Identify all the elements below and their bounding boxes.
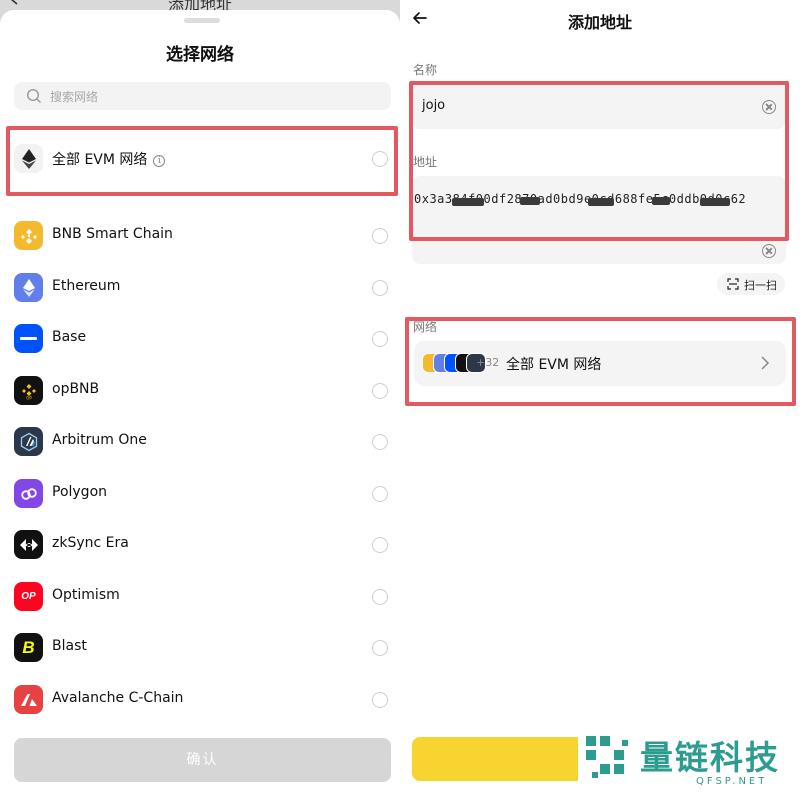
network-item-ethereum[interactable]: Ethereum	[0, 263, 400, 313]
radio-button[interactable]	[372, 280, 388, 296]
bnb-icon	[14, 221, 43, 250]
network-item-bnb[interactable]: BNB Smart Chain	[0, 211, 400, 261]
network-item-label: zkSync Era	[52, 535, 129, 551]
network-label: 网络	[413, 320, 438, 334]
redaction-mark	[520, 197, 540, 205]
opbnb-icon: OP	[14, 376, 43, 405]
clear-icon[interactable]	[762, 100, 776, 114]
svg-text:OP: OP	[26, 395, 32, 400]
network-item-label: 全部 EVM 网络 i	[52, 149, 166, 169]
network-selector[interactable]: +32 全部 EVM 网络	[414, 341, 786, 386]
redaction-mark	[700, 198, 730, 206]
radio-button[interactable]	[372, 228, 388, 244]
radio-button[interactable]	[372, 434, 388, 450]
network-item-label: Avalanche C-Chain	[52, 690, 184, 706]
confirm-button[interactable]: 确认	[14, 738, 391, 782]
network-value: 全部 EVM 网络	[506, 357, 602, 373]
redaction-mark	[652, 197, 670, 205]
radio-button[interactable]	[372, 331, 388, 347]
network-item-polygon[interactable]: Polygon	[0, 469, 400, 519]
network-item-label: opBNB	[52, 381, 100, 397]
network-picker-panel: 添加地址 选择网络 搜索网络 全部 EVM 网络 i BNB Smart Cha…	[0, 0, 400, 793]
radio-button[interactable]	[372, 486, 388, 502]
radio-button[interactable]	[372, 383, 388, 399]
name-value: jojo	[422, 98, 446, 113]
watermark-domain: QFSP.NET	[696, 776, 768, 787]
network-item-avalanche[interactable]: Avalanche C-Chain	[0, 675, 400, 725]
clear-icon[interactable]	[762, 244, 776, 258]
polygon-icon	[14, 479, 43, 508]
radio-button[interactable]	[372, 640, 388, 656]
network-item-opbnb[interactable]: OP opBNB	[0, 366, 400, 416]
scan-button[interactable]: 扫一扫	[717, 273, 785, 295]
chevron-right-icon	[761, 356, 770, 370]
page-title: 添加地址	[567, 13, 632, 32]
arbitrum-icon	[14, 427, 43, 456]
network-item-label: BNB Smart Chain	[52, 226, 173, 242]
search-icon	[26, 88, 41, 103]
network-item-blast[interactable]: B Blast	[0, 623, 400, 673]
zksync-icon	[14, 530, 43, 559]
watermark-name: 量链科技	[640, 738, 780, 777]
network-item-label: Ethereum	[52, 278, 121, 294]
optimism-icon: OP	[14, 582, 43, 611]
redaction-mark	[588, 198, 614, 206]
info-icon[interactable]: i	[153, 155, 166, 167]
search-placeholder: 搜索网络	[50, 90, 99, 104]
network-item-label: Polygon	[52, 484, 108, 500]
network-item-label: Blast	[52, 638, 87, 654]
add-address-panel: 添加地址 名称 jojo 地址 0x3a384f00df2870ad0bd9e0…	[400, 0, 800, 793]
name-label: 名称	[413, 63, 438, 77]
watermark-logo-icon	[586, 736, 628, 778]
radio-button[interactable]	[372, 537, 388, 553]
network-sheet: 选择网络 搜索网络 全部 EVM 网络 i BNB Smart Chain Et…	[0, 10, 400, 793]
sheet-grabber[interactable]	[184, 18, 220, 23]
ethereum-diamond-icon	[14, 144, 43, 173]
address-field[interactable]	[412, 176, 786, 264]
scan-icon	[727, 278, 739, 290]
ethereum-icon	[14, 273, 43, 302]
network-search-input[interactable]: 搜索网络	[14, 82, 391, 110]
avalanche-icon	[14, 685, 43, 714]
scan-label: 扫一扫	[744, 279, 777, 292]
screen: 添加地址 选择网络 搜索网络 全部 EVM 网络 i BNB Smart Cha…	[0, 0, 800, 793]
name-field[interactable]: jojo	[412, 85, 786, 129]
network-item-zksync[interactable]: zkSync Era	[0, 520, 400, 570]
redaction-mark	[452, 198, 484, 206]
network-extra-count: +32	[476, 356, 500, 369]
network-item-arbitrum[interactable]: Arbitrum One	[0, 417, 400, 467]
radio-button[interactable]	[372, 151, 388, 167]
network-item-all-evm[interactable]: 全部 EVM 网络 i	[0, 134, 400, 184]
network-item-base[interactable]: Base	[0, 314, 400, 364]
network-item-optimism[interactable]: OP Optimism	[0, 572, 400, 622]
sheet-title: 选择网络	[166, 45, 234, 65]
network-item-label: Base	[52, 329, 87, 345]
network-item-label: Optimism	[52, 587, 120, 603]
radio-button[interactable]	[372, 589, 388, 605]
base-icon	[14, 324, 43, 353]
address-label: 地址	[413, 155, 438, 169]
watermark: 量链科技 QFSP.NET	[578, 728, 800, 793]
network-item-label: Arbitrum One	[52, 432, 147, 448]
radio-button[interactable]	[372, 692, 388, 708]
blast-icon: B	[14, 633, 43, 662]
